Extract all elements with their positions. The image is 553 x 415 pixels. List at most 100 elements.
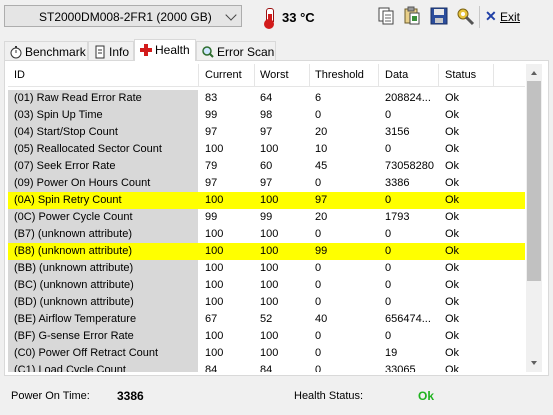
cell-id: (BF) G-sense Error Rate xyxy=(14,330,134,342)
table-row[interactable]: (B7) (unknown attribute) 100 100 0 0 Ok xyxy=(8,226,525,243)
table-row[interactable]: (0C) Power Cycle Count 99 99 20 1793 Ok xyxy=(8,209,525,226)
cell-threshold: 40 xyxy=(315,313,328,325)
power-on-time-value: 3386 xyxy=(117,389,144,403)
cell-id: (04) Start/Stop Count xyxy=(14,126,118,138)
cell-current: 100 xyxy=(205,228,224,240)
drive-select[interactable]: ST2000DM008-2FR1 (2000 GB) xyxy=(4,5,242,27)
cell-status: Ok xyxy=(445,364,460,372)
scroll-up-arrow-icon[interactable] xyxy=(526,64,542,80)
table-row[interactable]: (BF) G-sense Error Rate 100 100 0 0 Ok xyxy=(8,328,525,345)
cell-current: 83 xyxy=(205,92,218,104)
health-cross-icon xyxy=(140,43,152,56)
column-header-worst[interactable]: Worst xyxy=(260,69,289,81)
tab-info[interactable]: Info xyxy=(88,41,134,60)
magnifier-icon xyxy=(202,45,214,58)
column-separator[interactable] xyxy=(493,64,494,86)
cell-data: 0 xyxy=(385,279,392,291)
table-row[interactable]: (04) Start/Stop Count 97 97 20 3156 Ok xyxy=(8,124,525,141)
cell-data: 208824... xyxy=(385,92,431,104)
table-row[interactable]: (05) Reallocated Sector Count 100 100 10 0 Ok xyxy=(8,141,525,158)
cell-id: (BB) (unknown attribute) xyxy=(14,262,134,274)
cell-status: Ok xyxy=(445,279,460,291)
options-button[interactable] xyxy=(456,6,476,26)
tab-health[interactable]: Health xyxy=(134,39,196,61)
tab-health-label: Health xyxy=(155,43,190,57)
cell-status: Ok xyxy=(445,296,460,308)
cell-id: (0A) Spin Retry Count xyxy=(14,194,122,206)
tab-error-scan[interactable]: Error Scan xyxy=(196,41,276,60)
column-separator[interactable] xyxy=(378,64,379,86)
cell-status: Ok xyxy=(445,330,460,342)
cell-data: 33065 xyxy=(385,364,416,372)
table-row[interactable]: (B8) (unknown attribute) 100 100 99 0 Ok xyxy=(8,243,525,260)
column-header-status[interactable]: Status xyxy=(445,69,476,81)
column-separator[interactable] xyxy=(438,64,439,86)
cell-id: (05) Reallocated Sector Count xyxy=(14,143,162,155)
cell-id: (B7) (unknown attribute) xyxy=(14,228,132,240)
cell-worst: 100 xyxy=(260,228,279,240)
cell-current: 100 xyxy=(205,194,224,206)
cell-worst: 100 xyxy=(260,262,279,274)
table-row[interactable]: (0A) Spin Retry Count 100 100 97 0 Ok xyxy=(8,192,525,209)
cell-data: 656474... xyxy=(385,313,431,325)
column-header-threshold[interactable]: Threshold xyxy=(315,69,364,81)
cell-id: (0C) Power Cycle Count xyxy=(14,211,133,223)
cell-data: 0 xyxy=(385,262,392,274)
cell-status: Ok xyxy=(445,194,460,206)
cell-current: 99 xyxy=(205,109,218,121)
cell-current: 99 xyxy=(205,211,218,223)
cell-worst: 60 xyxy=(260,160,273,172)
table-row[interactable]: (BC) (unknown attribute) 100 100 0 0 Ok xyxy=(8,277,525,294)
cell-threshold: 0 xyxy=(315,279,322,291)
table-row[interactable]: (03) Spin Up Time 99 98 0 0 Ok xyxy=(8,107,525,124)
cell-threshold: 6 xyxy=(315,92,322,104)
cell-threshold: 99 xyxy=(315,245,328,257)
temperature-value: 33 °C xyxy=(282,10,315,25)
smart-attributes-table[interactable]: ID Current Worst Threshold Data Status (… xyxy=(8,64,525,372)
cell-worst: 99 xyxy=(260,211,273,223)
cell-current: 97 xyxy=(205,177,218,189)
cell-worst: 97 xyxy=(260,126,273,138)
table-row[interactable]: (BE) Airflow Temperature 67 52 40 656474... O… xyxy=(8,311,525,328)
table-row[interactable]: (BB) (unknown attribute) 100 100 0 0 Ok xyxy=(8,260,525,277)
cell-threshold: 0 xyxy=(315,228,322,240)
cell-status: Ok xyxy=(445,143,460,155)
column-header-current[interactable]: Current xyxy=(205,69,242,81)
cell-data: 0 xyxy=(385,143,392,155)
scrollbar-thumb[interactable] xyxy=(527,81,541,281)
column-header-id[interactable]: ID xyxy=(14,69,25,81)
table-row[interactable]: (BD) (unknown attribute) 100 100 0 0 Ok xyxy=(8,294,525,311)
tab-benchmark[interactable]: Benchmark xyxy=(4,41,88,60)
cell-worst: 100 xyxy=(260,330,279,342)
cell-id: (C0) Power Off Retract Count xyxy=(14,347,159,359)
cell-threshold: 20 xyxy=(315,126,328,138)
status-bar: Power On Time: 3386 Health Status: Ok xyxy=(0,380,553,415)
toolbar-separator xyxy=(479,6,480,28)
copy-text-button[interactable] xyxy=(376,6,396,26)
copy-screenshot-button[interactable] xyxy=(402,6,422,26)
cell-current: 100 xyxy=(205,296,224,308)
tab-error-scan-label: Error Scan xyxy=(217,45,275,59)
cell-data: 19 xyxy=(385,347,398,359)
column-separator[interactable] xyxy=(198,64,199,86)
table-row[interactable]: (09) Power On Hours Count 97 97 0 3386 Ok xyxy=(8,175,525,192)
table-row[interactable]: (C1) Load Cycle Count 84 84 0 33065 Ok xyxy=(8,362,525,372)
save-button[interactable] xyxy=(429,6,449,26)
vertical-scrollbar[interactable] xyxy=(526,64,542,372)
table-row[interactable]: (01) Raw Read Error Rate 83 64 6 208824... Ok xyxy=(8,90,525,107)
column-separator[interactable] xyxy=(309,64,310,86)
table-row[interactable]: (C0) Power Off Retract Count 100 100 0 19 Ok xyxy=(8,345,525,362)
cell-id: (03) Spin Up Time xyxy=(14,109,103,121)
table-row[interactable]: (07) Seek Error Rate 79 60 45 73058280 Ok xyxy=(8,158,525,175)
cell-status: Ok xyxy=(445,347,460,359)
chevron-down-icon[interactable] xyxy=(225,9,237,21)
column-separator[interactable] xyxy=(254,64,255,86)
cell-data: 1793 xyxy=(385,211,410,223)
cell-worst: 100 xyxy=(260,245,279,257)
cell-status: Ok xyxy=(445,177,460,189)
cell-worst: 100 xyxy=(260,296,279,308)
cell-status: Ok xyxy=(445,160,460,172)
column-header-data[interactable]: Data xyxy=(385,69,408,81)
scroll-down-arrow-icon[interactable] xyxy=(526,356,542,372)
cell-current: 100 xyxy=(205,347,224,359)
